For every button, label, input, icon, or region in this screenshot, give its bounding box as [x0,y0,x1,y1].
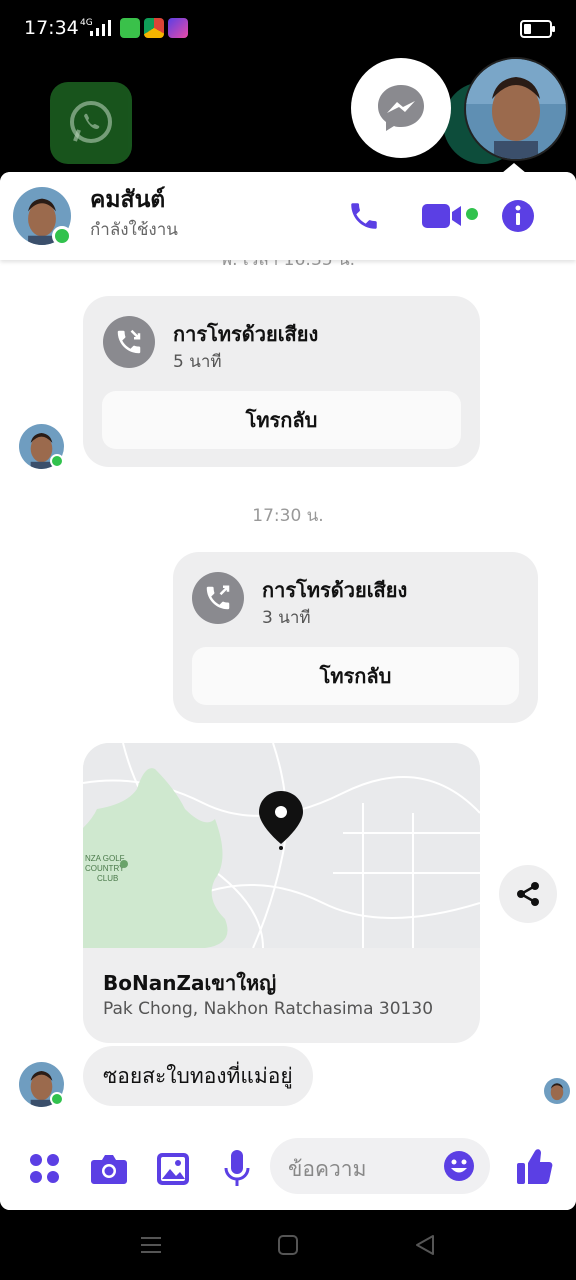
active-status: กำลังใช้งาน [90,220,178,240]
nav-menu-icon[interactable] [140,1236,162,1254]
emoji-icon[interactable] [443,1150,475,1182]
info-icon[interactable] [501,199,535,233]
share-button[interactable] [499,865,557,923]
call-title: การโทรด้วยเสียง [173,322,319,346]
call-title: การโทรด้วยเสียง [262,578,408,602]
whatsapp-icon[interactable] [50,82,132,164]
svg-text:CLUB: CLUB [97,874,118,883]
video-icon[interactable] [422,202,464,230]
map-preview[interactable]: NZA GOLF COUNTRY CLUB [83,743,480,949]
nav-home-icon[interactable] [278,1235,298,1255]
call-back-button[interactable]: โทรกลับ [102,391,461,449]
place-address: Pak Chong, Nakhon Ratchasima 30130 [103,999,434,1019]
gallery-icon[interactable] [156,1152,190,1186]
battery-icon [520,20,555,38]
online-indicator [50,454,64,468]
mic-icon[interactable] [224,1150,250,1188]
read-receipt-avatar [544,1078,570,1104]
signal-icon [90,20,111,36]
svg-text:COUNTRY: COUNTRY [85,864,125,873]
missed-call-icon [103,316,155,368]
map-poi-label: NZA GOLF [85,854,125,863]
chat-panel: คมสันต์ กำลังใช้งาน พ. เวลา 16:35 น. การ… [0,172,576,1210]
status-time: 17:34 [24,17,79,39]
status-bar: 17:34 4G [0,0,576,60]
call-duration: 3 นาที [262,608,311,628]
video-active-dot [466,208,478,220]
outgoing-call-icon [192,572,244,624]
message-timestamp: 17:30 น. [252,506,324,526]
apps-icon[interactable] [28,1152,62,1186]
message-composer: ข้อความ [0,1126,576,1210]
call-duration: 5 นาที [173,352,222,372]
messenger-icon [378,85,424,131]
phone-icon[interactable] [347,199,381,233]
chrome-app-icon [144,18,164,38]
message-list[interactable]: พ. เวลา 16:35 น. การโทรด้วยเสียง 5 นาที … [0,260,576,1120]
messenger-app-icon [168,18,188,38]
nav-back-icon[interactable] [414,1234,436,1256]
message-placeholder: ข้อความ [288,1157,367,1181]
contact-chat-head[interactable] [464,57,568,161]
place-name: BoNanZaเขาใหญ่ [103,971,277,995]
like-icon[interactable] [517,1148,553,1186]
contact-name[interactable]: คมสันต์ [90,182,165,218]
camera-icon[interactable] [90,1152,128,1186]
voice-call-card: การโทรด้วยเสียง 3 นาที โทรกลับ [173,552,538,723]
online-indicator [52,226,72,246]
online-indicator [50,1092,64,1106]
conversation-header: คมสันต์ กำลังใช้งาน [0,172,576,260]
text-message[interactable]: ซอยสะใบทองที่แม่อยู่ [83,1046,313,1106]
location-card[interactable]: NZA GOLF COUNTRY CLUB BoNanZaเขาใหญ่ Pak… [83,743,480,1043]
system-nav-bar [0,1210,576,1280]
messenger-chat-head[interactable] [351,58,451,158]
voice-call-card: การโทรด้วยเสียง 5 นาที โทรกลับ [83,296,480,467]
share-icon [517,882,539,906]
line-app-icon [120,18,140,38]
call-back-button[interactable]: โทรกลับ [192,647,519,705]
message-input[interactable]: ข้อความ [270,1138,490,1194]
